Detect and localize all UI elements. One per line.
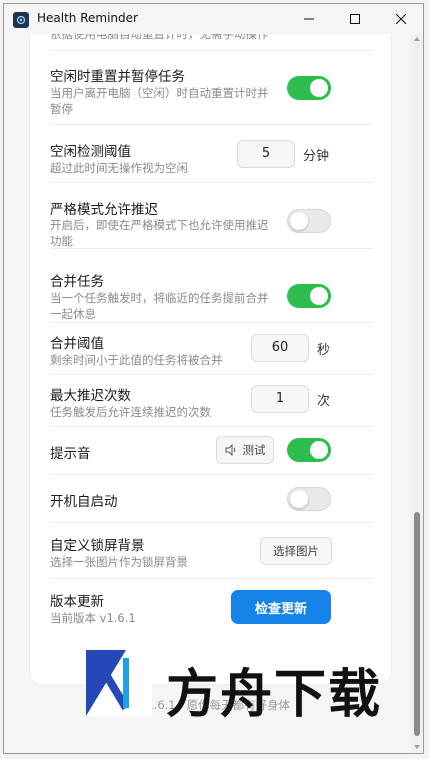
maximize-button[interactable]	[332, 4, 378, 34]
idle-reset-toggle[interactable]	[287, 76, 331, 100]
autostart-toggle[interactable]	[287, 487, 331, 511]
idle-threshold-input[interactable]: 5	[237, 140, 295, 168]
merge-tasks-toggle[interactable]	[287, 284, 331, 308]
update-title: 版本更新	[50, 594, 104, 610]
choose-image-button[interactable]: 选择图片	[260, 537, 332, 565]
row-sound: 提示音 测试	[50, 426, 373, 475]
close-button[interactable]	[378, 4, 423, 34]
row-strict-postpone: 严格模式允许推迟 开启后，即使在严格模式下也允许使用推迟 功能	[50, 182, 373, 249]
speaker-icon	[225, 444, 235, 456]
lock-bg-title: 自定义锁屏背景	[50, 538, 145, 554]
merge-threshold-desc: 剩余时间小于此值的任务将被合并	[50, 353, 223, 367]
row-lock-bg: 自定义锁屏背景 选择一张图片作为锁屏背景 选择图片	[50, 522, 373, 579]
maximize-icon	[350, 14, 360, 24]
row-idle-reset: 空闲时重置并暂停任务 当用户离开电脑（空闲）时自动重置计时并 暂停	[50, 50, 373, 125]
merge-threshold-unit: 秒	[317, 343, 331, 358]
row-truncated: 依据使用电脑自动重置计时，无需手动操作	[50, 34, 373, 51]
app-logo-icon	[13, 12, 29, 28]
row-idle-threshold: 空闲检测阈值 超过此时间无操作视为空闲 5 分钟	[50, 124, 373, 183]
scrollbar[interactable]	[411, 34, 423, 753]
idle-reset-title: 空闲时重置并暂停任务	[50, 69, 185, 85]
app-window: Health Reminder 依据使用电脑自动重置计时，无需手动操作 空闲时重…	[3, 3, 424, 754]
update-version: 当前版本 v1.6.1	[50, 611, 136, 625]
row-max-postpone: 最大推迟次数 任务触发后允许连续推迟的次数 1 次	[50, 374, 373, 427]
max-postpone-desc: 任务触发后允许连续推迟的次数	[50, 405, 211, 419]
autostart-title: 开机自启动	[50, 494, 118, 510]
minimize-icon	[304, 18, 314, 20]
scroll-down-arrow-icon[interactable]	[414, 745, 420, 749]
window-title: Health Reminder	[37, 11, 138, 25]
idle-reset-desc-line2: 暂停	[50, 102, 73, 116]
watermark-text: 方舟下载	[166, 665, 383, 725]
strict-postpone-toggle[interactable]	[287, 209, 331, 233]
watermark: 方舟下载	[86, 650, 388, 725]
max-postpone-input[interactable]: 1	[251, 385, 309, 413]
strict-postpone-title: 严格模式允许推迟	[50, 202, 158, 218]
scroll-up-arrow-icon[interactable]	[414, 37, 420, 41]
strict-postpone-desc-line2: 功能	[50, 234, 73, 248]
minimize-button[interactable]	[286, 4, 332, 34]
title-bar[interactable]: Health Reminder	[4, 4, 423, 34]
row-merge-threshold: 合并阈值 剩余时间小于此值的任务将被合并 60 秒	[50, 322, 373, 375]
merge-threshold-input[interactable]: 60	[251, 334, 309, 362]
sound-title: 提示音	[50, 446, 91, 462]
watermark-logo-icon	[86, 650, 152, 716]
truncated-description: 依据使用电脑自动重置计时，无需手动操作	[50, 34, 269, 41]
row-update: 版本更新 当前版本 v1.6.1 检查更新	[50, 578, 373, 634]
merge-tasks-desc-line1: 当一个任务触发时，将临近的任务提前合并	[50, 291, 269, 305]
idle-threshold-title: 空闲检测阈值	[50, 144, 131, 160]
merge-threshold-title: 合并阈值	[50, 336, 104, 352]
merge-tasks-desc-line2: 一起休息	[50, 307, 96, 321]
idle-reset-desc-line1: 当用户离开电脑（空闲）时自动重置计时并	[50, 86, 269, 100]
check-update-button[interactable]: 检查更新	[231, 590, 331, 624]
lock-bg-desc: 选择一张图片作为锁屏背景	[50, 555, 188, 569]
strict-postpone-desc-line1: 开启后，即使在严格模式下也允许使用推迟	[50, 218, 269, 232]
close-icon	[396, 14, 406, 24]
sound-test-label: 测试	[242, 443, 266, 457]
merge-tasks-title: 合并任务	[50, 274, 104, 290]
scroll-thumb[interactable]	[414, 512, 420, 736]
settings-card: 依据使用电脑自动重置计时，无需手动操作 空闲时重置并暂停任务 当用户离开电脑（空…	[30, 34, 391, 684]
row-merge-tasks: 合并任务 当一个任务触发时，将临近的任务提前合并 一起休息	[50, 248, 373, 323]
max-postpone-unit: 次	[317, 394, 331, 409]
max-postpone-title: 最大推迟次数	[50, 388, 131, 404]
sound-test-button[interactable]: 测试	[216, 436, 274, 464]
row-autostart: 开机自启动	[50, 474, 373, 523]
idle-threshold-unit: 分钟	[303, 149, 330, 164]
sound-toggle[interactable]	[287, 438, 331, 462]
settings-scroll-area[interactable]: 依据使用电脑自动重置计时，无需手动操作 空闲时重置并暂停任务 当用户离开电脑（空…	[4, 34, 411, 753]
idle-threshold-desc: 超过此时间无操作视为空闲	[50, 161, 188, 175]
